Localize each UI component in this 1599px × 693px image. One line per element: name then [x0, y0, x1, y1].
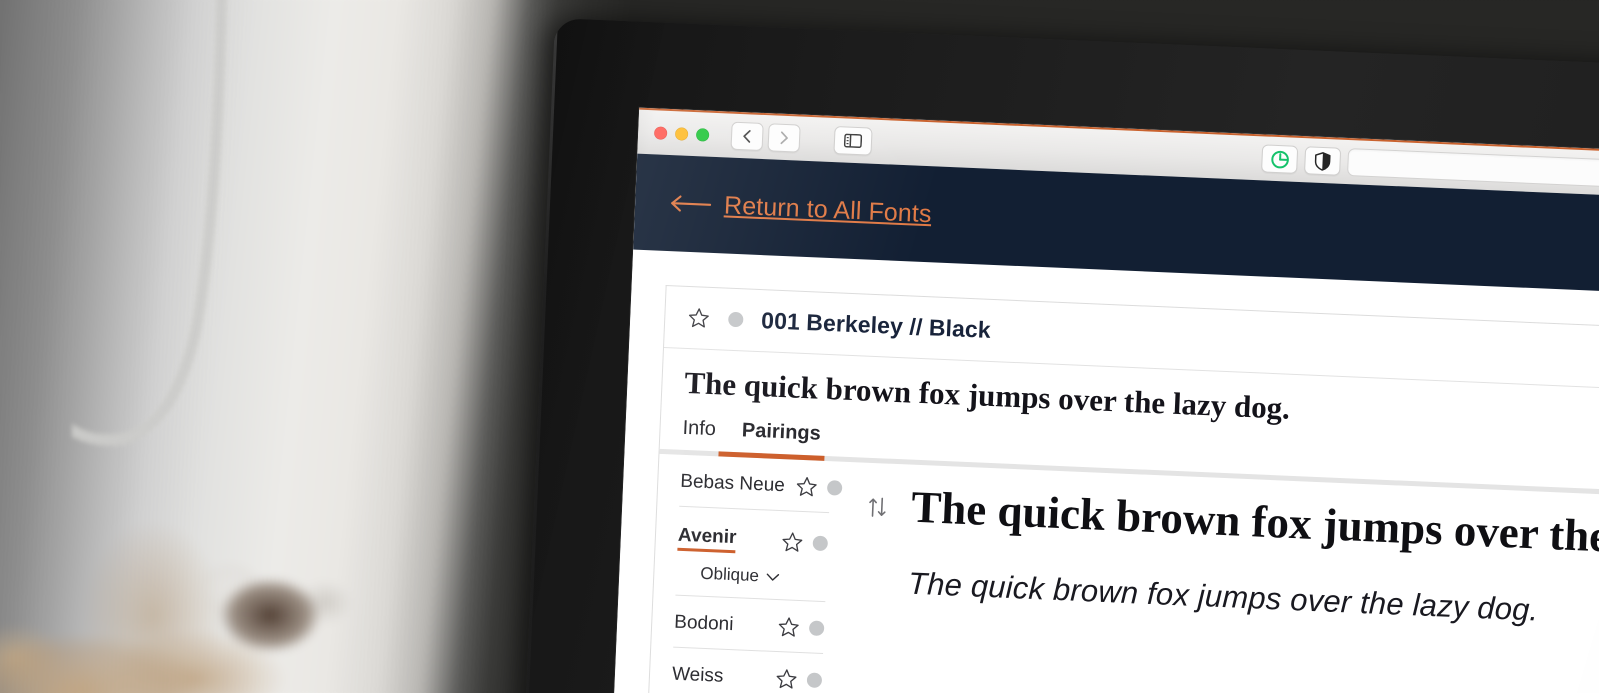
navigation-buttons [730, 121, 801, 153]
pairing-item-icons [777, 615, 825, 640]
forward-button[interactable] [767, 123, 801, 153]
pairing-item-avenir[interactable]: Avenir Oblique [675, 507, 829, 603]
pearl-necklace [72, 0, 227, 446]
status-dot[interactable] [826, 480, 843, 496]
pairing-item-bodoni[interactable]: Bodoni [673, 595, 826, 655]
pairing-item-icons [794, 475, 843, 500]
return-to-all-fonts-link[interactable]: Return to All Fonts [669, 189, 933, 229]
pairings-list: Bebas Neue Avenir Oblique Bodoni Weiss [647, 454, 848, 693]
pairing-name: Bebas Neue [679, 470, 786, 496]
shield-icon [1314, 151, 1331, 171]
arrow-left-icon [671, 195, 712, 212]
grammarly-extension-button[interactable] [1261, 144, 1299, 174]
grammarly-icon [1270, 150, 1289, 168]
chevron-down-icon [766, 572, 779, 581]
back-button[interactable] [730, 121, 764, 151]
pairing-preview-texts: The quick brown fox jumps over the lazy … [907, 481, 1599, 636]
laptop-bezel: connec Return to All Fonts Font Inf [516, 18, 1599, 693]
close-window-button[interactable] [653, 125, 668, 140]
pairing-preview-secondary: The quick brown fox jumps over the lazy … [907, 565, 1540, 628]
favorite-star-icon[interactable] [687, 306, 711, 330]
tab-pairings[interactable]: Pairings [741, 419, 821, 455]
swap-vertical-icon[interactable] [867, 495, 888, 520]
pairing-preview: The quick brown fox jumps over the lazy … [835, 462, 1599, 693]
favorite-star-icon[interactable] [794, 475, 818, 499]
sidebar-icon [843, 133, 863, 149]
pairing-item-icons [780, 530, 829, 555]
app-content: 001 Berkeley // Black The quick brown fo… [604, 249, 1599, 693]
pairing-item-weiss[interactable]: Weiss [670, 647, 824, 693]
chevron-right-icon [780, 131, 788, 145]
font-detail-card: 001 Berkeley // Black The quick brown fo… [645, 284, 1599, 693]
minimize-window-button[interactable] [674, 126, 689, 141]
pairing-variant-dropdown[interactable]: Oblique [675, 556, 827, 603]
pairing-preview-primary: The quick brown fox jumps over the lazy [910, 481, 1599, 566]
favorite-star-icon[interactable] [777, 615, 801, 639]
pairing-name: Weiss [671, 663, 724, 687]
status-dot[interactable] [812, 535, 829, 552]
chevron-left-icon [743, 130, 751, 143]
sidebar-toggle-button[interactable] [833, 126, 873, 156]
browser-window: connec Return to All Fonts Font Inf [604, 107, 1599, 693]
status-dot[interactable] [808, 620, 825, 637]
font-name-title: 001 Berkeley // Black [760, 307, 992, 343]
privacy-shield-button[interactable] [1304, 146, 1342, 176]
pairing-item-bebas-neue[interactable]: Bebas Neue [679, 454, 843, 514]
return-to-all-fonts-label: Return to All Fonts [723, 190, 933, 228]
favorite-star-icon[interactable] [780, 530, 804, 554]
pairing-variant-label: Oblique [699, 563, 760, 586]
window-traffic-lights[interactable] [653, 125, 710, 142]
screenshot-scene: connec Return to All Fonts Font Inf [0, 0, 1599, 693]
favorite-star-icon[interactable] [774, 667, 798, 691]
pairing-name: Avenir [677, 524, 737, 553]
pairing-item-icons [774, 667, 823, 692]
pairing-name: Bodoni [673, 611, 734, 635]
pairings-panel: Bebas Neue Avenir Oblique Bodoni Weiss T… [647, 454, 1599, 693]
status-dot[interactable] [806, 672, 823, 689]
maximize-window-button[interactable] [695, 127, 710, 142]
tab-info[interactable]: Info [682, 417, 716, 451]
status-dot[interactable] [727, 311, 744, 328]
